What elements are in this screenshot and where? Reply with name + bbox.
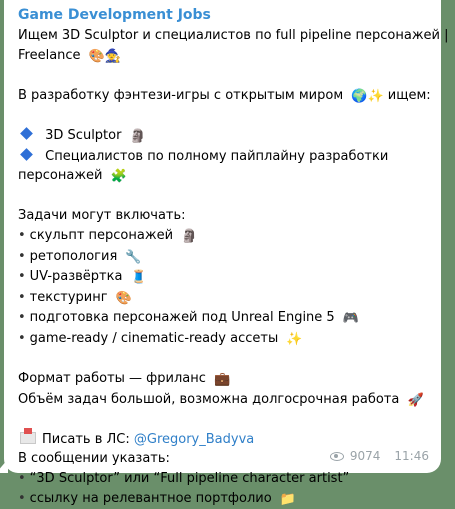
moai-emoji-icon: 🗿 <box>129 128 146 144</box>
message-bubble: Game Development Jobs Ищем 3D Sculptor и… <box>0 0 449 507</box>
view-count: 9074 <box>349 449 381 463</box>
bullet-icon: • <box>18 490 26 506</box>
task-label: ретопология <box>29 248 118 264</box>
role-item: 3D Sculptor 🗿 <box>18 126 431 147</box>
bullet-icon: • <box>18 289 26 305</box>
blue-diamond-icon <box>20 127 33 140</box>
role-label: персонажей <box>18 168 103 184</box>
gamepad-emoji-icon: 🎮 <box>342 311 360 327</box>
task-item: • ретопология 🔧 <box>18 247 431 268</box>
role-label: Специалистов по полному пайплайну разраб… <box>45 148 389 164</box>
work-format-text: Формат работы — фриланс <box>18 371 206 387</box>
task-label: скульпт персонажей <box>29 227 174 243</box>
task-label: подготовка персонажей под Unreal Engine … <box>29 310 335 326</box>
blue-diamond-icon <box>20 147 33 161</box>
task-item: • скульпт персонажей 🗿 <box>18 226 431 247</box>
palette-mage-emoji-icon: 🎨🧙 <box>88 48 122 64</box>
role-item: Специалистов по полному пайплайну разраб… <box>18 147 431 167</box>
bullet-icon: • <box>18 330 26 346</box>
work-scope: Объём задач большой, возможна долгосрочн… <box>18 390 431 411</box>
wrench-emoji-icon: 🔧 <box>125 249 142 265</box>
bullet-icon: • <box>18 248 26 264</box>
briefcase-emoji-icon: 💼 <box>214 372 231 388</box>
puzzle-emoji-icon: 🧩 <box>110 169 127 185</box>
bullet-icon: • <box>18 227 26 243</box>
requirement-item: • ссылку на релевантное портфолио 📁 <box>18 489 431 509</box>
contact-handle-link[interactable]: @Gregory_Badyva <box>134 432 254 447</box>
requirement-label: “3D Sculptor” или “Full pipeline charact… <box>29 471 350 487</box>
moai-emoji-icon: 🗿 <box>181 228 198 244</box>
task-label: текстуринг <box>29 289 108 305</box>
requirement-label: ссылку на релевантное портфолио <box>29 490 272 506</box>
eye-icon <box>329 451 344 461</box>
role-item-continued: персонажей 🧩 <box>18 166 431 187</box>
bullet-icon: • <box>18 471 26 487</box>
sparkles-emoji-icon: ✨ <box>286 331 303 347</box>
contact-prefix: Писать в ЛС: <box>42 431 130 447</box>
tasks-header: Задачи могут включать: <box>18 208 186 224</box>
message-meta: 9074 11:46 <box>329 449 429 463</box>
task-item: • текстуринг 🎨 <box>18 288 431 309</box>
message-time: 11:46 <box>394 449 429 463</box>
post-intro-suffix: ищем: <box>387 87 431 103</box>
task-item: • UV-развёртка 🧵 <box>18 267 431 288</box>
bullet-icon: • <box>18 269 26 285</box>
task-item: • подготовка персонажей под Unreal Engine… <box>18 308 431 329</box>
requirement-item: • “3D Sculptor” или “Full pipeline charac… <box>18 469 431 489</box>
thread-emoji-icon: 🧵 <box>130 270 147 286</box>
task-label: UV-развёртка <box>29 269 123 285</box>
bubble-tail <box>0 459 8 473</box>
task-label: game-ready / cinematic-ready ассеты <box>29 330 279 346</box>
post-title-freelance: Freelance <box>18 47 81 63</box>
bullet-icon: • <box>18 310 26 326</box>
contact-line: Писать в ЛС: @Gregory_Badyva <box>18 427 431 450</box>
post-intro-text: В разработку фэнтези-игры с открытым мир… <box>18 87 344 103</box>
post-title-line-2: Freelance 🎨🧙 <box>18 46 431 67</box>
post-title-line-1: Ищем 3D Sculptor и специалистов по full … <box>18 28 449 43</box>
post-intro: В разработку фэнтези-игры с открытым мир… <box>18 86 431 107</box>
task-item: • game-ready / cinematic-ready ассеты ✨ <box>18 329 431 350</box>
rocket-emoji-icon: 🚀 <box>407 392 424 408</box>
folder-emoji-icon: 📁 <box>279 491 297 507</box>
palette-emoji-icon: 🎨 <box>115 290 132 306</box>
work-scope-text: Объём задач большой, возможна долгосрочн… <box>18 391 400 407</box>
envelope-icon <box>20 427 36 444</box>
work-format: Формат работы — фриланс 💼 <box>18 369 431 390</box>
globe-sparkles-emoji-icon: 🌍✨ <box>351 88 384 104</box>
role-label: 3D Sculptor <box>45 127 122 143</box>
channel-name[interactable]: Game Development Jobs <box>18 6 431 26</box>
